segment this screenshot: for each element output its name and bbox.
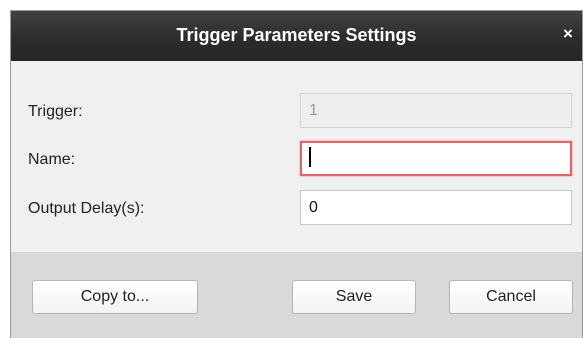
output-delay-label: Output Delay(s): <box>28 200 145 217</box>
name-field[interactable] <box>300 141 572 176</box>
name-label: Name: <box>28 151 76 168</box>
copy-to-button[interactable]: Copy to... <box>32 280 198 314</box>
trigger-field: 1 <box>300 93 572 128</box>
trigger-label: Trigger: <box>28 103 83 120</box>
dialog-titlebar: Trigger Parameters Settings × <box>11 11 582 61</box>
close-icon[interactable]: × <box>561 25 575 43</box>
form-area: Trigger: 1 Name: Output Delay(s): 0 <box>11 61 582 253</box>
cancel-button[interactable]: Cancel <box>449 280 573 314</box>
save-button[interactable]: Save <box>292 280 416 314</box>
output-delay-field[interactable]: 0 <box>300 190 572 225</box>
dialog-footer: Copy to... Save Cancel <box>11 253 582 338</box>
text-cursor <box>309 147 311 168</box>
dialog-title: Trigger Parameters Settings <box>176 25 417 45</box>
trigger-parameters-dialog: Trigger Parameters Settings × Trigger: 1… <box>10 10 583 338</box>
